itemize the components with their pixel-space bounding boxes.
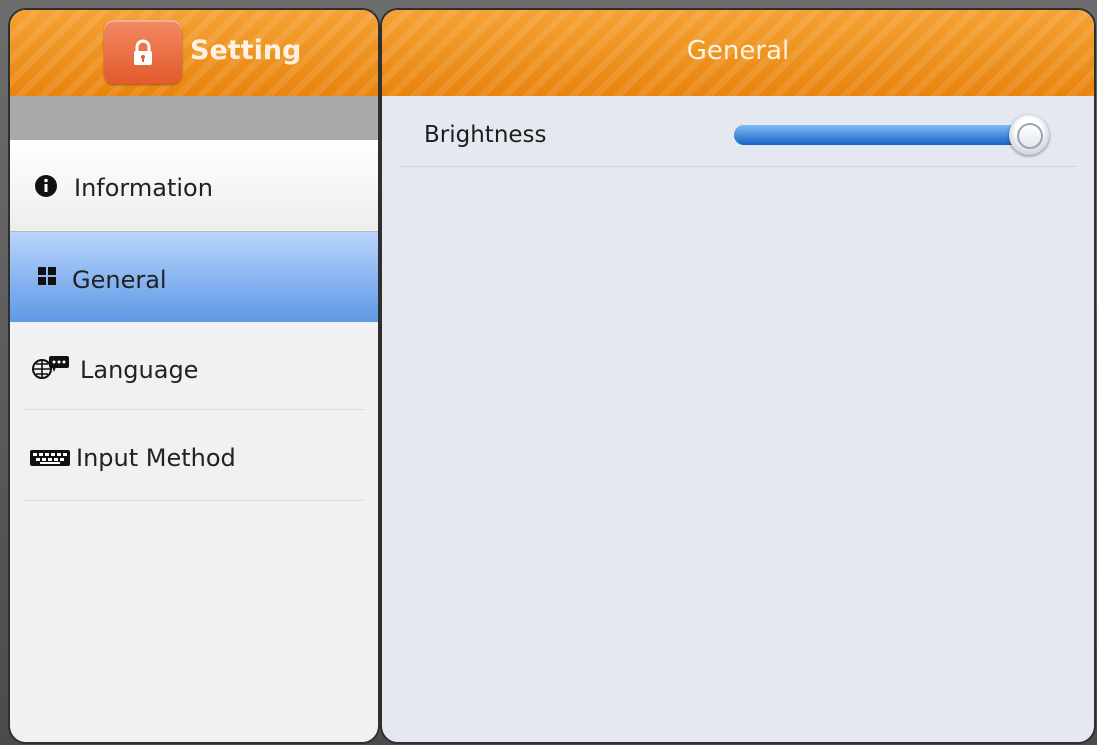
sidebar-header: Setting	[10, 10, 378, 96]
sidebar-item-information[interactable]: Information	[10, 140, 378, 232]
sidebar-item-label: Input Method	[76, 444, 236, 472]
divider	[24, 500, 364, 501]
brightness-slider-fill	[734, 125, 1029, 145]
brightness-setting-row: Brightness	[400, 98, 1076, 167]
sidebar-item-general[interactable]: General	[10, 232, 378, 322]
sidebar-spacer	[10, 96, 378, 140]
sidebar-item-label: General	[72, 266, 167, 294]
sidebar-item-input-method[interactable]: Input Method	[10, 410, 378, 501]
sidebar-item-label: Language	[80, 356, 199, 384]
page-title: General	[686, 36, 790, 66]
grid-icon	[38, 267, 56, 285]
lock-icon	[134, 39, 152, 65]
info-icon	[35, 175, 57, 197]
brightness-slider[interactable]	[734, 115, 1049, 155]
sidebar-item-language[interactable]: Language	[10, 322, 378, 410]
app-frame: Setting Information General Language Inp…	[0, 0, 1097, 745]
app-title: Setting	[190, 35, 302, 66]
sidebar-panel: Setting Information General Language Inp…	[8, 8, 380, 744]
keyboard-icon	[30, 450, 70, 466]
settings-app-button[interactable]	[104, 20, 182, 84]
sidebar-item-label: Information	[74, 174, 213, 202]
main-header: General	[382, 10, 1094, 96]
globe-chat-icon	[32, 356, 69, 379]
main-panel: General Brightness	[380, 8, 1096, 744]
brightness-slider-thumb[interactable]	[1009, 115, 1049, 155]
brightness-label: Brightness	[424, 122, 547, 148]
